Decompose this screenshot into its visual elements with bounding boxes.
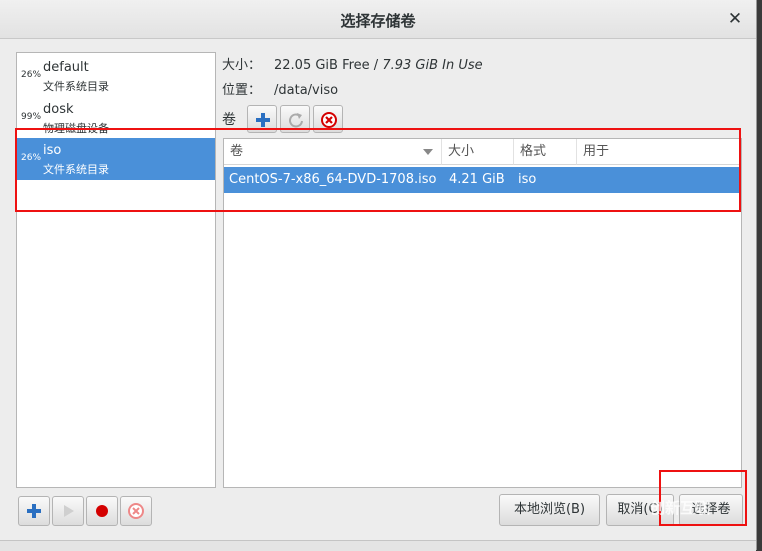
pool-name: iso bbox=[43, 143, 62, 158]
delete-pool-button[interactable] bbox=[120, 496, 152, 526]
add-volume-button[interactable] bbox=[247, 105, 277, 133]
close-icon: ✕ bbox=[727, 9, 743, 29]
refresh-icon bbox=[289, 113, 303, 128]
pool-name: default bbox=[43, 60, 89, 75]
add-icon bbox=[256, 113, 270, 127]
volume-name-cell: CentOS-7-x86_64-DVD-1708.iso bbox=[229, 172, 437, 187]
size-free-value: 22.05 GiB Free bbox=[274, 58, 370, 73]
pool-name: dosk bbox=[43, 102, 74, 117]
column-header-used-by[interactable]: 用于 bbox=[577, 139, 741, 165]
pool-item-dosk[interactable]: 99% dosk 物理磁盘设备 bbox=[17, 97, 215, 139]
size-separator: / bbox=[369, 58, 383, 73]
pool-usage-percent: 99% bbox=[21, 112, 42, 122]
dialog-title: 选择存储卷 bbox=[340, 12, 416, 30]
column-volume-label: 卷 bbox=[230, 144, 244, 159]
location-label: 位置： bbox=[222, 83, 262, 98]
volume-format-cell: iso bbox=[518, 172, 537, 187]
column-header-volume[interactable]: 卷 bbox=[224, 139, 442, 165]
stop-pool-button[interactable] bbox=[86, 496, 118, 526]
pool-item-default[interactable]: 26% default 文件系统目录 bbox=[17, 55, 215, 97]
refresh-volumes-button[interactable] bbox=[280, 105, 310, 133]
storage-pool-list: 26% default 文件系统目录 99% dosk 物理磁盘设备 26% i… bbox=[16, 52, 216, 488]
pool-usage-percent: 26% bbox=[21, 70, 42, 80]
delete-volume-button[interactable] bbox=[313, 105, 343, 133]
volume-size-cell: 4.21 GiB bbox=[449, 172, 505, 187]
title-bar: 选择存储卷 ✕ bbox=[0, 0, 756, 39]
pool-usage-percent: 26% bbox=[21, 153, 42, 163]
start-pool-button[interactable] bbox=[52, 496, 84, 526]
close-button[interactable]: ✕ bbox=[724, 8, 746, 30]
add-pool-button[interactable] bbox=[18, 496, 50, 526]
size-in-use-value: 7.93 GiB In Use bbox=[382, 58, 483, 73]
pool-location-line: 位置： /data/viso bbox=[222, 79, 338, 98]
delete-icon bbox=[321, 112, 337, 128]
volume-list: 卷 大小 格式 用于 CentOS-7-x86_64-DVD-1708.iso … bbox=[223, 138, 742, 488]
volume-row[interactable]: CentOS-7-x86_64-DVD-1708.iso 4.21 GiB is… bbox=[224, 167, 741, 193]
pool-item-iso[interactable]: 26% iso 文件系统目录 bbox=[17, 138, 215, 180]
pool-size-line: 大小： 22.05 GiB Free / 7.93 GiB In Use bbox=[222, 54, 483, 73]
add-pool-icon bbox=[27, 504, 41, 518]
start-icon bbox=[64, 505, 74, 517]
browse-local-button[interactable]: 本地浏览(B) bbox=[499, 494, 600, 526]
bottom-strip bbox=[0, 540, 756, 551]
column-header-format[interactable]: 格式 bbox=[514, 139, 577, 165]
stop-icon bbox=[96, 505, 108, 517]
pool-type: 物理磁盘设备 bbox=[43, 122, 109, 135]
sort-arrow-icon bbox=[423, 149, 433, 155]
size-label: 大小： bbox=[222, 58, 262, 73]
pool-type: 文件系统目录 bbox=[43, 80, 109, 93]
volumes-label: 卷 bbox=[222, 112, 236, 128]
column-size-label: 大小 bbox=[448, 144, 475, 159]
column-used-by-label: 用于 bbox=[583, 144, 610, 159]
column-header-size[interactable]: 大小 bbox=[442, 139, 514, 165]
pool-type: 文件系统目录 bbox=[43, 163, 109, 176]
column-format-label: 格式 bbox=[520, 144, 547, 159]
choose-storage-volume-dialog: 选择存储卷 ✕ 26% default 文件系统目录 99% dosk 物理磁盘… bbox=[0, 0, 757, 551]
delete-pool-icon bbox=[128, 503, 144, 519]
watermark: 创新互联 bbox=[650, 499, 711, 517]
location-value: /data/viso bbox=[274, 83, 339, 98]
